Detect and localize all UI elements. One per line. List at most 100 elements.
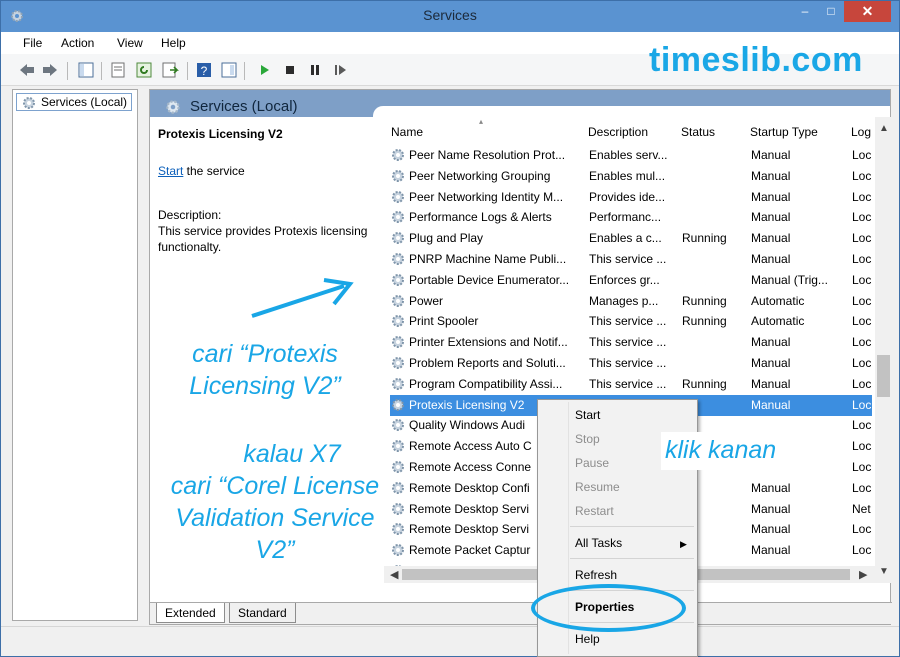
description-text: This service provides Protexis licensing… [158,224,368,254]
menu-help[interactable]: Help [575,632,600,646]
cell-log-on-as: Loc [852,252,872,266]
table-row[interactable]: Plug and Play Enables a c... Running Manual… [390,228,872,249]
vertical-scrollbar[interactable]: ▲ ▼ [875,117,892,583]
table-row[interactable]: Power Manages p... Running Automatic Loc [390,291,872,312]
cell-name: Program Compatibility Assi... [409,376,563,391]
column-status[interactable]: Status [681,125,715,139]
cell-description: Manages p... [589,293,659,308]
cell-name: Plug and Play [409,231,484,246]
cell-startup-type: Manual [751,231,791,246]
menu-stop[interactable]: Stop [575,432,600,446]
maximize-button[interactable]: □ [818,1,844,22]
detail-service-name: Protexis Licensing V2 [158,127,283,141]
cell-startup-type: Manual [751,252,791,266]
title-bar[interactable]: Services – □ ✕ [1,1,899,32]
table-row[interactable]: Peer Name Resolution Prot... Enables serv… [390,145,872,166]
menu-start[interactable]: Start [575,408,600,422]
cell-log-on-as: Net [852,501,871,516]
menu-refresh[interactable]: Refresh [575,568,617,582]
start-service-icon[interactable] [255,61,273,79]
header-curve [373,106,890,117]
start-service-link[interactable]: Start [158,164,183,178]
cell-description: Provides ide... [589,189,666,204]
table-row[interactable]: Performance Logs & Alerts Performanc... Ma… [390,207,872,228]
gear-icon [390,189,406,208]
cell-log-on-as: Loc [852,543,872,558]
cell-log-on-as: Loc [852,231,872,246]
gear-icon [390,313,406,332]
scroll-up-icon[interactable]: ▲ [879,123,889,134]
minimize-button[interactable]: – [792,1,818,22]
scroll-down-icon[interactable]: ▼ [879,566,889,577]
column-startup-type[interactable]: Startup Type [750,125,818,139]
cell-log-on-as: Loc [852,335,872,350]
resume-service-icon[interactable] [331,61,349,79]
menu-action[interactable]: Action [61,36,94,50]
scroll-right-icon[interactable]: ▶ [859,568,867,581]
cell-description: This service ... [589,335,667,350]
close-button[interactable]: ✕ [844,1,891,22]
gear-icon [390,230,406,249]
cell-status: Running [682,314,727,329]
show-hide-icon[interactable] [220,61,238,79]
table-row[interactable]: Program Compatibility Assi... This servic… [390,374,872,395]
properties-sheet-icon[interactable] [109,61,127,79]
cell-startup-type: Manual [751,397,791,412]
cell-startup-type: Manual [751,376,791,391]
gear-icon [390,293,406,312]
cell-startup-type: Manual [751,335,791,350]
column-name[interactable]: Name [391,125,423,139]
cell-description: This service ... [589,252,667,266]
stop-service-icon[interactable] [281,61,299,79]
menu-file[interactable]: File [23,36,42,50]
menu-resume[interactable]: Resume [575,480,620,494]
submenu-arrow-icon: ▶ [680,539,687,549]
gear-icon [390,251,406,270]
cell-name: Portable Device Enumerator... [409,272,570,287]
tree-item-services-local[interactable]: Services (Local) [16,93,133,111]
cell-log-on-as: Loc [852,210,872,225]
brand-watermark: timeslib.com [649,41,863,79]
cell-log-on-as: Loc [852,460,872,474]
table-row[interactable]: Printer Extensions and Notif... This serv… [390,332,872,353]
refresh-icon[interactable] [135,61,153,79]
cell-log-on-as: Loc [852,148,872,162]
table-row[interactable]: PNRP Machine Name Publi... This service .… [390,249,872,270]
column-log-on-as[interactable]: Log [851,125,871,139]
scroll-left-icon[interactable]: ◀ [390,568,398,581]
help-icon[interactable]: ? [195,61,213,79]
table-row[interactable]: Problem Reports and Soluti... This servic… [390,353,872,374]
gear-icon [166,100,180,114]
cell-description: This service ... [589,356,667,370]
gear-icon [390,334,406,353]
console-tree-icon[interactable] [77,61,95,79]
scroll-thumb[interactable] [877,355,890,397]
cell-description: Enables mul... [589,168,666,183]
export-list-icon[interactable] [161,61,179,79]
column-description[interactable]: Description [588,125,648,139]
cell-log-on-as: Loc [852,397,872,412]
menu-restart[interactable]: Restart [575,504,614,518]
menu-separator [570,558,694,559]
tab-standard[interactable]: Standard [229,603,296,623]
gear-icon [390,521,406,540]
cell-startup-type: Manual [751,210,791,225]
pause-service-icon[interactable] [306,61,324,79]
back-arrow-icon[interactable] [18,61,36,79]
forward-arrow-icon[interactable] [41,61,59,79]
table-row[interactable]: Portable Device Enumerator... Enforces gr… [390,270,872,291]
cell-description: Performanc... [589,210,662,225]
annotation-find-corel: cari “Corel License Validation Service V… [170,472,380,564]
menu-help[interactable]: Help [161,36,186,50]
gear-icon [390,168,406,187]
tab-extended[interactable]: Extended [156,603,225,623]
cell-log-on-as: Loc [852,168,872,183]
cell-startup-type: Manual [751,522,791,537]
menu-view[interactable]: View [117,36,143,50]
table-row[interactable]: Peer Networking Grouping Enables mul... Ma… [390,166,872,187]
cell-startup-type: Manual [751,189,791,204]
menu-pause[interactable]: Pause [575,456,609,470]
table-row[interactable]: Peer Networking Identity M... Provides id… [390,187,872,208]
table-row[interactable]: Print Spooler This service ... Running Auto… [390,311,872,332]
menu-all-tasks[interactable]: All Tasks [575,536,622,550]
